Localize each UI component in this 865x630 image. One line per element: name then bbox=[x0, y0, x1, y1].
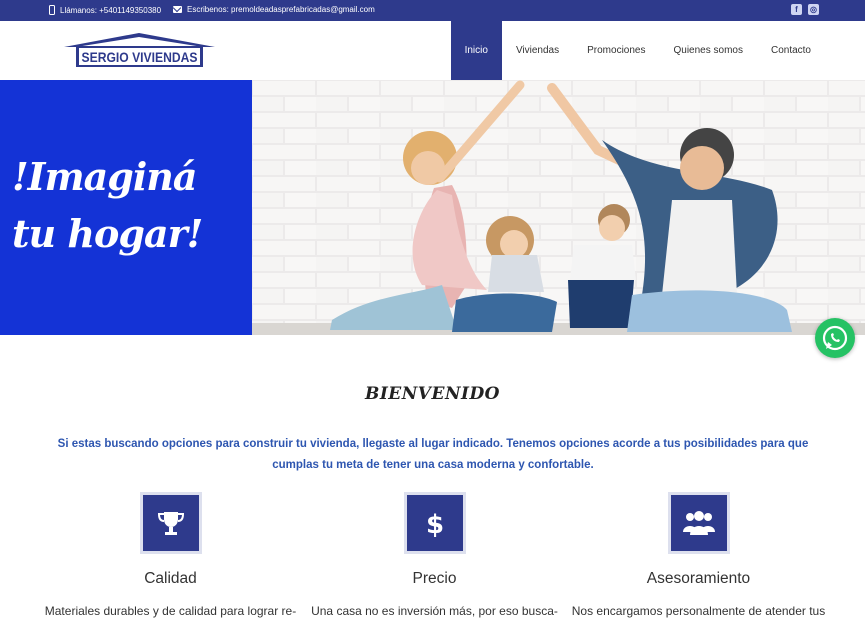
logo[interactable]: SERGIO VIVIENDAS bbox=[62, 32, 217, 70]
hero-family-photo bbox=[252, 80, 865, 335]
nav-promociones[interactable]: Promociones bbox=[573, 21, 659, 80]
dollar-icon: $ bbox=[403, 492, 466, 554]
feature-text: Una casa no es inversión más, por eso bu… bbox=[311, 604, 558, 618]
users-icon bbox=[667, 492, 730, 554]
phone-contact[interactable]: Llámanos: +5401149350380 bbox=[49, 5, 161, 15]
feature-precio: $ Precio Una casa no es inversión más, p… bbox=[302, 492, 567, 618]
feature-title: Asesoramiento bbox=[646, 570, 751, 587]
logo-text: SERGIO VIVIENDAS bbox=[82, 49, 198, 65]
feature-title: Calidad bbox=[144, 570, 197, 587]
trophy-icon bbox=[139, 492, 202, 554]
hero-banner: !Imaginá tu hogar! bbox=[0, 80, 865, 335]
facebook-icon[interactable]: f bbox=[791, 4, 802, 15]
nav-inicio[interactable]: Inicio bbox=[450, 21, 502, 80]
nav-viviendas[interactable]: Viviendas bbox=[502, 21, 573, 80]
email-text: Escribenos: premoldeadasprefabricadas@gm… bbox=[187, 5, 375, 14]
phone-text: Llámanos: +5401149350380 bbox=[60, 5, 162, 15]
nav-contacto[interactable]: Contacto bbox=[757, 21, 825, 80]
email-contact[interactable]: Escribenos: premoldeadasprefabricadas@gm… bbox=[173, 5, 375, 14]
hero-title: !Imaginá tu hogar! bbox=[12, 154, 203, 256]
welcome-text: Si estas buscando opciones para construi… bbox=[57, 438, 809, 471]
welcome-title: BIENVENIDO bbox=[364, 384, 500, 404]
svg-text:$: $ bbox=[425, 510, 443, 538]
hero-blue-panel: !Imaginá tu hogar! bbox=[0, 80, 252, 335]
feature-calidad: Calidad Materiales durables y de calidad… bbox=[38, 492, 303, 618]
instagram-icon[interactable]: ◎ bbox=[808, 4, 819, 15]
whatsapp-button[interactable] bbox=[815, 318, 855, 358]
phone-icon bbox=[49, 5, 55, 15]
feature-text: Materiales durables y de calidad para lo… bbox=[44, 604, 297, 618]
whatsapp-icon bbox=[822, 325, 848, 351]
envelope-icon bbox=[173, 6, 182, 13]
top-info-bar: Llámanos: +5401149350380 Escribenos: pre… bbox=[0, 0, 865, 21]
nav-quienes-somos[interactable]: Quienes somos bbox=[659, 21, 756, 80]
main-nav: Inicio Viviendas Promociones Quienes som… bbox=[450, 21, 825, 80]
feature-asesoramiento: Asesoramiento Nos encargamos personalmen… bbox=[566, 492, 831, 618]
site-header: SERGIO VIVIENDAS Inicio Viviendas Promoc… bbox=[0, 21, 865, 80]
feature-title: Precio bbox=[412, 570, 457, 587]
feature-text: Nos encargamos personalmente de atender … bbox=[571, 604, 826, 618]
